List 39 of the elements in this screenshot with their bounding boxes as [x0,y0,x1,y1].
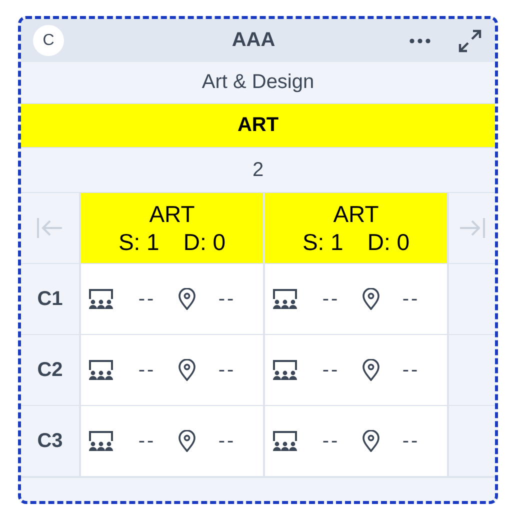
room-value: -- [137,430,157,452]
detail-text: D: 0 [367,228,410,256]
location-value: -- [217,358,237,382]
location-pin-icon [362,288,380,310]
audience-icon [88,430,116,452]
more-button[interactable] [407,36,433,46]
room-value: -- [321,430,341,452]
audience-icon [272,430,300,452]
subtitle: Art & Design [202,71,314,94]
column-title: ART [149,200,195,228]
location-value: -- [401,288,421,310]
audience-icon [88,288,116,310]
audience-icon [272,288,300,310]
count: 2 [252,158,264,182]
location-pin-icon [178,359,196,381]
stats-text: S: 1 [302,228,344,256]
location-pin-icon [362,359,380,381]
location-pin-icon [178,288,196,310]
location-value: -- [401,430,421,452]
room-value: -- [137,288,157,310]
room-value: -- [137,358,157,382]
stats-text: S: 1 [118,228,160,256]
location-pin-icon [362,430,380,452]
location-value: -- [401,358,421,382]
location-pin-icon [178,430,196,452]
room-value: -- [321,288,341,310]
location-value: -- [217,288,237,310]
card-title: AAA [230,29,276,52]
location-value: -- [217,430,237,452]
room-value: -- [321,358,341,382]
detail-text: D: 0 [183,228,226,256]
column-title: ART [333,200,379,228]
audience-icon [88,359,116,381]
row-label: C1 [37,288,63,310]
subject-label: ART [237,114,279,137]
row-label: C2 [37,358,63,382]
letter-badge: C [33,25,64,56]
audience-icon [272,359,300,381]
row-label: C3 [37,430,63,452]
